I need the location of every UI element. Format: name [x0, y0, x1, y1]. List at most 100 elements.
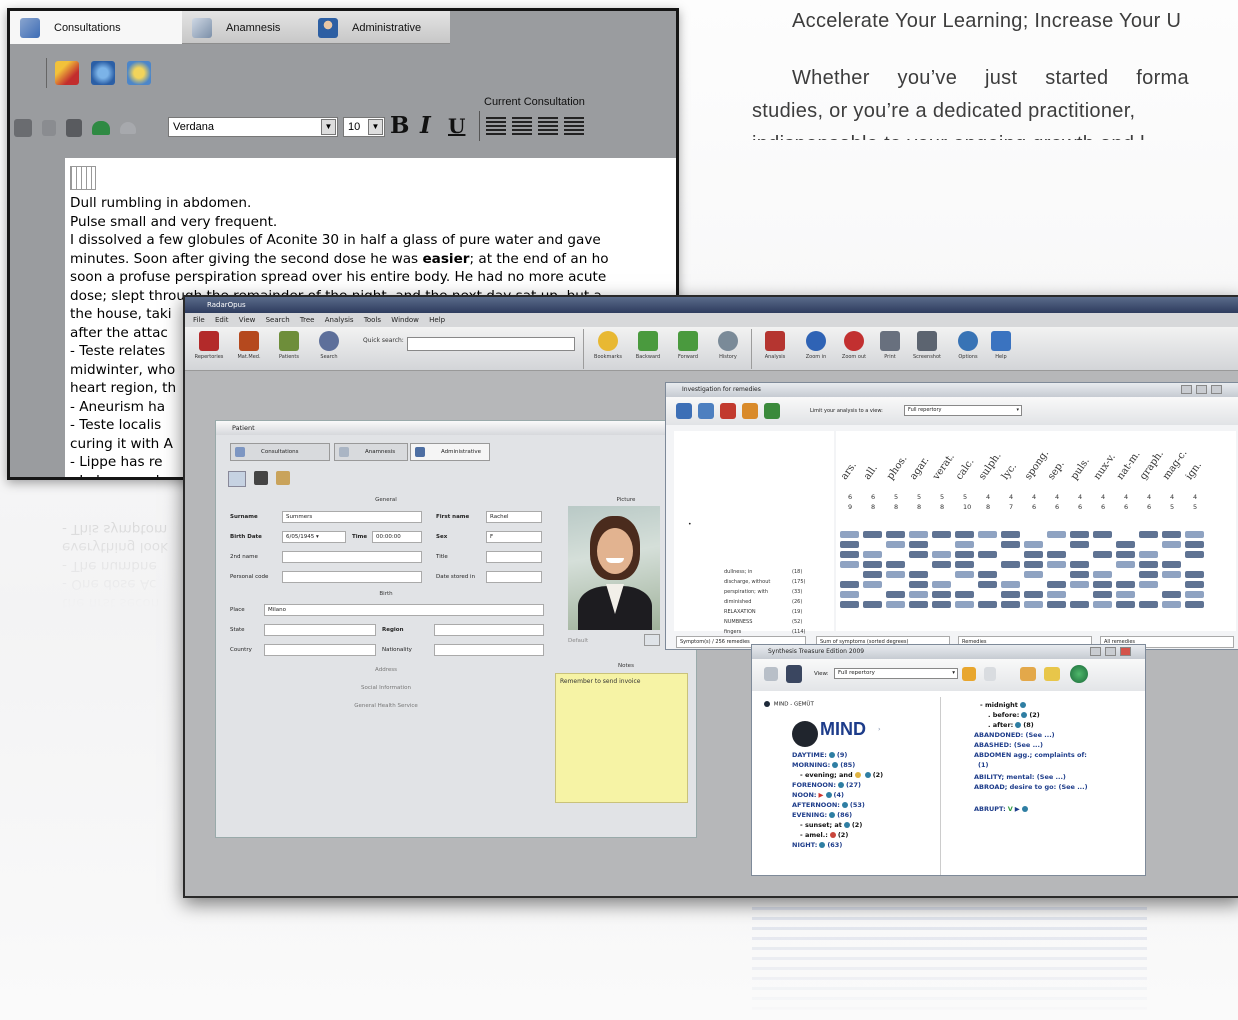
grid-cell[interactable] — [1047, 591, 1066, 598]
tab-consultations[interactable]: Consultations — [230, 443, 330, 461]
menu-item-file[interactable]: File — [193, 316, 205, 324]
undo-icon[interactable] — [92, 121, 110, 135]
grid-cell[interactable] — [978, 601, 997, 608]
grid-cell[interactable] — [1024, 601, 1043, 608]
italic-button[interactable]: I — [420, 111, 431, 141]
grid-cell[interactable] — [1047, 551, 1066, 558]
print-icon[interactable] — [254, 471, 268, 485]
grid-cell[interactable] — [886, 571, 905, 578]
rubric-item[interactable]: FORENOON: (27) — [792, 781, 861, 789]
grid-cell[interactable] — [840, 591, 859, 598]
help-button[interactable]: Help — [987, 331, 1015, 360]
rubric-item[interactable]: (1) — [978, 761, 988, 769]
zoom-out-button[interactable]: Zoom out — [837, 331, 871, 360]
grid-cell[interactable] — [886, 541, 905, 548]
grid-cell[interactable] — [1185, 571, 1204, 578]
remedy-header[interactable]: graph. — [1138, 449, 1166, 482]
grid-cell[interactable] — [1162, 531, 1181, 538]
grid-cell[interactable] — [932, 601, 951, 608]
grid-cell[interactable] — [1185, 591, 1204, 598]
remedy-header[interactable]: phos. — [885, 453, 910, 482]
grid-cell[interactable] — [955, 601, 974, 608]
country-field[interactable] — [264, 644, 376, 656]
grid-cell[interactable] — [932, 551, 951, 558]
rubric-item[interactable]: DAYTIME: (9) — [792, 751, 847, 759]
tab-administrative[interactable]: Administrative — [410, 443, 490, 461]
grid-cell[interactable] — [1116, 541, 1135, 548]
grid-cell[interactable] — [1162, 591, 1181, 598]
rubric-item[interactable]: MORNING: (85) — [792, 761, 855, 769]
group-icon[interactable] — [698, 403, 714, 419]
grid-cell[interactable] — [1070, 581, 1089, 588]
grid-cell[interactable] — [1047, 581, 1066, 588]
chevron-down-icon[interactable]: ▼ — [368, 119, 383, 135]
grid-cell[interactable] — [1070, 571, 1089, 578]
grid-cell[interactable] — [1070, 601, 1089, 608]
grid-cell[interactable] — [909, 591, 928, 598]
grid-cell[interactable] — [932, 531, 951, 538]
minimize-button[interactable] — [1181, 385, 1192, 394]
grid-cell[interactable] — [909, 581, 928, 588]
grid-cell[interactable] — [863, 571, 882, 578]
place-field[interactable]: Milano — [264, 604, 544, 616]
remedy-header[interactable]: puls. — [1069, 456, 1092, 482]
grid-cell[interactable] — [840, 541, 859, 548]
rubric-item[interactable]: . before: (2) — [988, 711, 1040, 719]
remedy-header[interactable]: lyc. — [1000, 461, 1019, 482]
rubric-item[interactable]: EVENING: (86) — [792, 811, 852, 819]
filter-icon[interactable] — [720, 403, 736, 419]
grid-cell[interactable] — [1001, 541, 1020, 548]
minimize-button[interactable] — [1090, 647, 1101, 656]
grid-cell[interactable] — [909, 531, 928, 538]
personal-code-field[interactable] — [282, 571, 422, 583]
grid-cell[interactable] — [909, 571, 928, 578]
grid-cell[interactable] — [863, 581, 882, 588]
grid-cell[interactable] — [1185, 541, 1204, 548]
rubric-item[interactable]: ABRUPT: V ▶ — [974, 805, 1030, 813]
rubric-item[interactable]: ABROAD; desire to go: (See ...) — [974, 783, 1088, 791]
rubric-row[interactable]: perspiration; with (33) — [724, 589, 802, 595]
underline-button[interactable]: U — [448, 111, 465, 141]
remedy-header[interactable]: all. — [862, 463, 880, 482]
cut-icon[interactable] — [42, 120, 56, 136]
grid-cell[interactable] — [1162, 541, 1181, 548]
rubric-item[interactable]: - amel.: (2) — [800, 831, 848, 839]
grid-cell[interactable] — [955, 561, 974, 568]
rubric-row[interactable]: dullness; in (18) — [724, 569, 802, 575]
chevron-down-icon[interactable]: ▼ — [321, 119, 336, 135]
screenshot-button[interactable]: Screenshot — [909, 331, 945, 360]
rubric-item[interactable]: NOON: ▶ (4) — [792, 791, 844, 799]
tab-administrative[interactable]: Administrative — [308, 11, 450, 44]
align-left-icon[interactable] — [486, 117, 506, 135]
backward-button[interactable]: Backward — [631, 331, 665, 360]
grid-cell[interactable] — [1093, 581, 1112, 588]
rubric-item[interactable]: - evening; and (2) — [800, 771, 883, 779]
remedy-header[interactable]: sulph. — [977, 450, 1004, 482]
limit-view-select[interactable]: Full repertory ▾ — [904, 405, 1022, 416]
grid-cell[interactable] — [1116, 601, 1135, 608]
menu-item-tree[interactable]: Tree — [300, 316, 315, 324]
search-button[interactable]: Search — [311, 331, 347, 360]
rubric-item[interactable]: NIGHT: (63) — [792, 841, 842, 849]
forward-button[interactable]: Forward — [671, 331, 705, 360]
grid-cell[interactable] — [1185, 551, 1204, 558]
remedy-header[interactable]: verat. — [931, 452, 957, 482]
grid-cell[interactable] — [1162, 601, 1181, 608]
surname-field[interactable]: Summers — [282, 511, 422, 523]
notes-sticky[interactable]: Remember to send invoice — [555, 673, 688, 803]
copy-icon[interactable] — [14, 119, 32, 137]
grid-cell[interactable] — [1185, 581, 1204, 588]
grid-cell[interactable] — [978, 551, 997, 558]
grid-cell[interactable] — [886, 601, 905, 608]
birth-date-field[interactable]: 6/05/1945 ▾ — [282, 531, 346, 543]
grid-cell[interactable] — [1024, 561, 1043, 568]
new-consultation-icon[interactable] — [55, 61, 79, 85]
grid-cell[interactable] — [1024, 571, 1043, 578]
rubric-item[interactable]: ABDOMEN agg.; complaints of: — [974, 751, 1087, 759]
paste-icon[interactable] — [66, 119, 82, 137]
back-icon[interactable] — [764, 667, 778, 681]
rubric-row[interactable]: RELAXATION (19) — [724, 609, 802, 615]
grid-cell[interactable] — [1139, 551, 1158, 558]
grid-cell[interactable] — [840, 531, 859, 538]
grid-cell[interactable] — [1139, 601, 1158, 608]
